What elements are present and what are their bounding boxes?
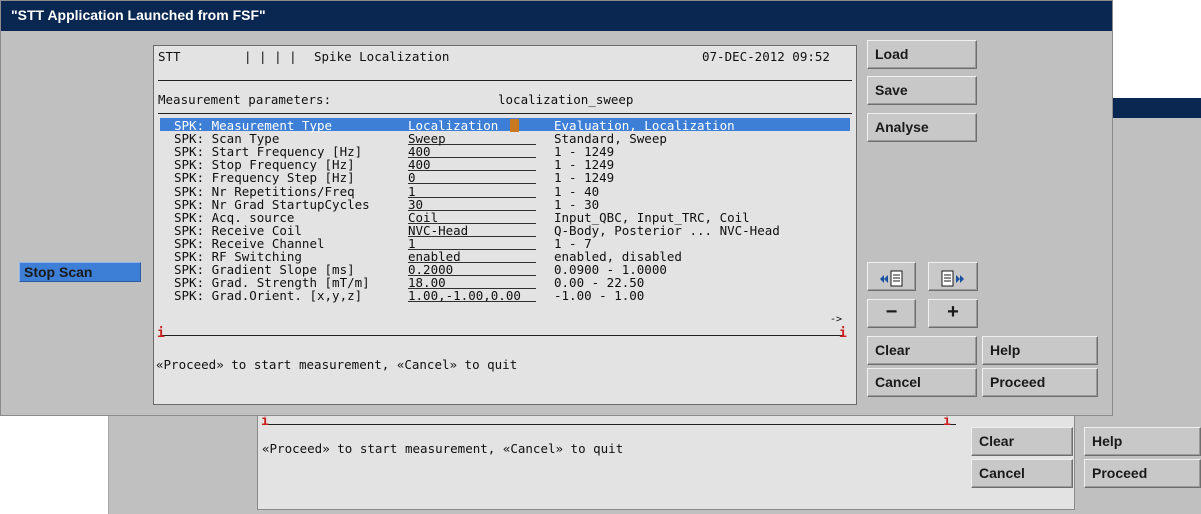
parameter-panel: STT | | | | Spike Localization 07-DEC-20… bbox=[153, 45, 857, 405]
parameter-label: SPK: RF Switching bbox=[174, 249, 302, 264]
main-window: "STT Application Launched from FSF" Stop… bbox=[0, 0, 1113, 416]
parameter-row[interactable]: SPK: Nr Repetitions/Freq 1 1 - 40 bbox=[154, 185, 854, 198]
parameter-range: Standard, Sweep bbox=[554, 131, 667, 147]
parameter-range: 0.0900 - 1.0000 bbox=[554, 262, 667, 278]
background-proceed-button[interactable]: Proceed bbox=[1084, 459, 1201, 488]
parameter-label: SPK: Frequency Step [Hz] bbox=[174, 170, 355, 186]
page-prev-icon bbox=[879, 270, 902, 287]
help-button[interactable]: Help bbox=[982, 336, 1098, 365]
parameter-row[interactable]: SPK: Grad.Orient. [x,y,z] 1.00,-1.00,0.00… bbox=[154, 288, 854, 304]
clear-button[interactable]: Clear bbox=[867, 336, 977, 365]
parameter-range: Q-Body, Posterior ... NVC-Head bbox=[554, 222, 780, 238]
parameter-value-field[interactable]: enabled bbox=[408, 250, 536, 263]
parameter-label: SPK: Acq. source bbox=[174, 209, 295, 225]
parameter-label: SPK: Gradient Slope [ms] bbox=[174, 262, 355, 278]
background-cancel-button[interactable]: Cancel bbox=[971, 459, 1073, 488]
stop-scan-button[interactable]: Stop Scan bbox=[19, 262, 141, 282]
parameter-row[interactable]: SPK: Scan Type Sweep Standard, Sweep bbox=[154, 131, 854, 147]
page-next-button[interactable] bbox=[928, 262, 978, 291]
background-clear-button[interactable]: Clear bbox=[971, 427, 1073, 456]
parameter-label: SPK: Receive Coil bbox=[174, 222, 302, 238]
status-message: «Proceed» to start measurement, «Cancel»… bbox=[156, 357, 518, 372]
parameter-label: SPK: Receive Channel bbox=[174, 235, 325, 251]
background-message-panel: i i «Proceed» to start measurement, «Can… bbox=[257, 410, 1075, 510]
analyse-button[interactable]: Analyse bbox=[867, 113, 977, 142]
marker-right: i bbox=[839, 326, 847, 341]
background-marker-right: i bbox=[943, 414, 951, 429]
parameter-label: SPK: Start Frequency [Hz] bbox=[174, 144, 363, 160]
header-separators: | | | | bbox=[244, 49, 297, 64]
parameter-row[interactable]: SPK: Stop Frequency [Hz] 400 1 - 1249 bbox=[154, 157, 854, 173]
load-button[interactable]: Load bbox=[867, 40, 977, 69]
parameter-row-selected[interactable]: SPK: Measurement Type Localization Evaluat… bbox=[154, 119, 854, 132]
parameter-row[interactable]: SPK: RF Switching enabled enabled, disable… bbox=[154, 250, 854, 263]
parameter-row[interactable]: SPK: Receive Coil NVC-Head Q-Body, Posteri… bbox=[154, 224, 854, 237]
params-heading: Measurement parameters: bbox=[158, 92, 332, 107]
parameter-value-field[interactable]: 0 bbox=[408, 171, 536, 185]
parameter-value-field[interactable]: 0.2000 bbox=[408, 263, 536, 277]
save-button[interactable]: Save bbox=[867, 76, 977, 105]
parameter-label: SPK: Nr Grad StartupCycles bbox=[174, 196, 370, 212]
parameter-value-field[interactable]: Sweep bbox=[408, 132, 536, 146]
parameter-row[interactable]: SPK: Frequency Step [Hz] 0 1 - 1249 bbox=[154, 170, 854, 186]
parameter-range: 1 - 30 bbox=[554, 196, 600, 212]
more-arrow: -> bbox=[830, 314, 843, 325]
header-section: Spike Localization bbox=[314, 49, 450, 64]
window-title: "STT Application Launched from FSF" bbox=[11, 7, 266, 23]
background-help-button[interactable]: Help bbox=[1084, 427, 1201, 456]
header-datetime: 07-DEC-2012 09:52 bbox=[702, 49, 830, 64]
proceed-button[interactable]: Proceed bbox=[982, 368, 1098, 397]
parameter-range: 1 - 1249 bbox=[554, 144, 615, 160]
parameter-range: enabled, disabled bbox=[554, 249, 682, 264]
parameter-label: SPK: Stop Frequency [Hz] bbox=[174, 157, 355, 173]
parameter-range: 0.00 - 22.50 bbox=[554, 275, 645, 291]
header-divider bbox=[158, 80, 852, 81]
params-divider bbox=[158, 113, 852, 114]
parameter-range: Input_QBC, Input_TRC, Coil bbox=[554, 209, 750, 225]
parameter-range: 1 - 40 bbox=[554, 183, 600, 199]
parameter-label: SPK: Measurement Type bbox=[174, 118, 333, 133]
parameter-value-field[interactable]: NVC-Head bbox=[408, 224, 536, 237]
page-next-icon bbox=[941, 270, 964, 287]
background-divider bbox=[266, 424, 956, 425]
parameter-row[interactable]: SPK: Gradient Slope [ms] 0.2000 0.0900 - 1… bbox=[154, 262, 854, 278]
parameter-row[interactable]: SPK: Grad. Strength [mT/m] 18.00 0.00 - 22… bbox=[154, 275, 854, 291]
cancel-button[interactable]: Cancel bbox=[867, 368, 977, 397]
background-message: «Proceed» to start measurement, «Cancel»… bbox=[262, 441, 624, 456]
parameter-row[interactable]: SPK: Acq. source Coil Input_QBC, Input_TRC… bbox=[154, 211, 854, 224]
parameter-value-field[interactable]: 400 bbox=[408, 158, 536, 172]
parameter-label: SPK: Scan Type bbox=[174, 131, 280, 147]
parameter-label: SPK: Grad. Strength [mT/m] bbox=[174, 275, 370, 291]
parameter-value-field[interactable]: 18.00 bbox=[408, 276, 536, 290]
text-cursor bbox=[510, 119, 519, 132]
parameter-value-field[interactable]: 30 bbox=[408, 198, 536, 211]
parameter-row[interactable]: SPK: Start Frequency [Hz] 400 1 - 1249 bbox=[154, 144, 854, 160]
parameter-value-field[interactable]: 1.00,-1.00,0.00 bbox=[408, 289, 536, 303]
header-app: STT bbox=[158, 49, 181, 64]
parameter-range: 1 - 7 bbox=[554, 235, 592, 251]
parameter-row[interactable]: SPK: Receive Channel 1 1 - 7 bbox=[154, 237, 854, 250]
parameter-range: 1 - 1249 bbox=[554, 170, 615, 186]
parameter-value-field[interactable]: 1 bbox=[408, 237, 536, 250]
minus-button[interactable]: − bbox=[867, 299, 916, 328]
parameter-value-field[interactable]: 400 bbox=[408, 145, 536, 159]
parameter-range: 1 - 1249 bbox=[554, 157, 615, 173]
params-name: localization_sweep bbox=[498, 92, 634, 107]
background-marker-left: i bbox=[261, 414, 269, 429]
marker-left: i bbox=[157, 326, 165, 341]
message-divider bbox=[162, 335, 844, 336]
parameter-range: -1.00 - 1.00 bbox=[554, 288, 645, 304]
parameter-value-field[interactable]: 1 bbox=[408, 185, 536, 198]
parameter-row[interactable]: SPK: Nr Grad StartupCycles 30 1 - 30 bbox=[154, 198, 854, 211]
parameter-range: Evaluation, Localization bbox=[554, 118, 735, 133]
parameter-value-field[interactable]: Coil bbox=[408, 211, 536, 224]
plus-button[interactable]: + bbox=[928, 299, 978, 328]
parameter-label: SPK: Nr Repetitions/Freq bbox=[174, 183, 355, 199]
page-prev-button[interactable] bbox=[867, 262, 916, 291]
parameter-label: SPK: Grad.Orient. [x,y,z] bbox=[174, 288, 363, 304]
window-titlebar[interactable]: "STT Application Launched from FSF" bbox=[1, 1, 1112, 31]
